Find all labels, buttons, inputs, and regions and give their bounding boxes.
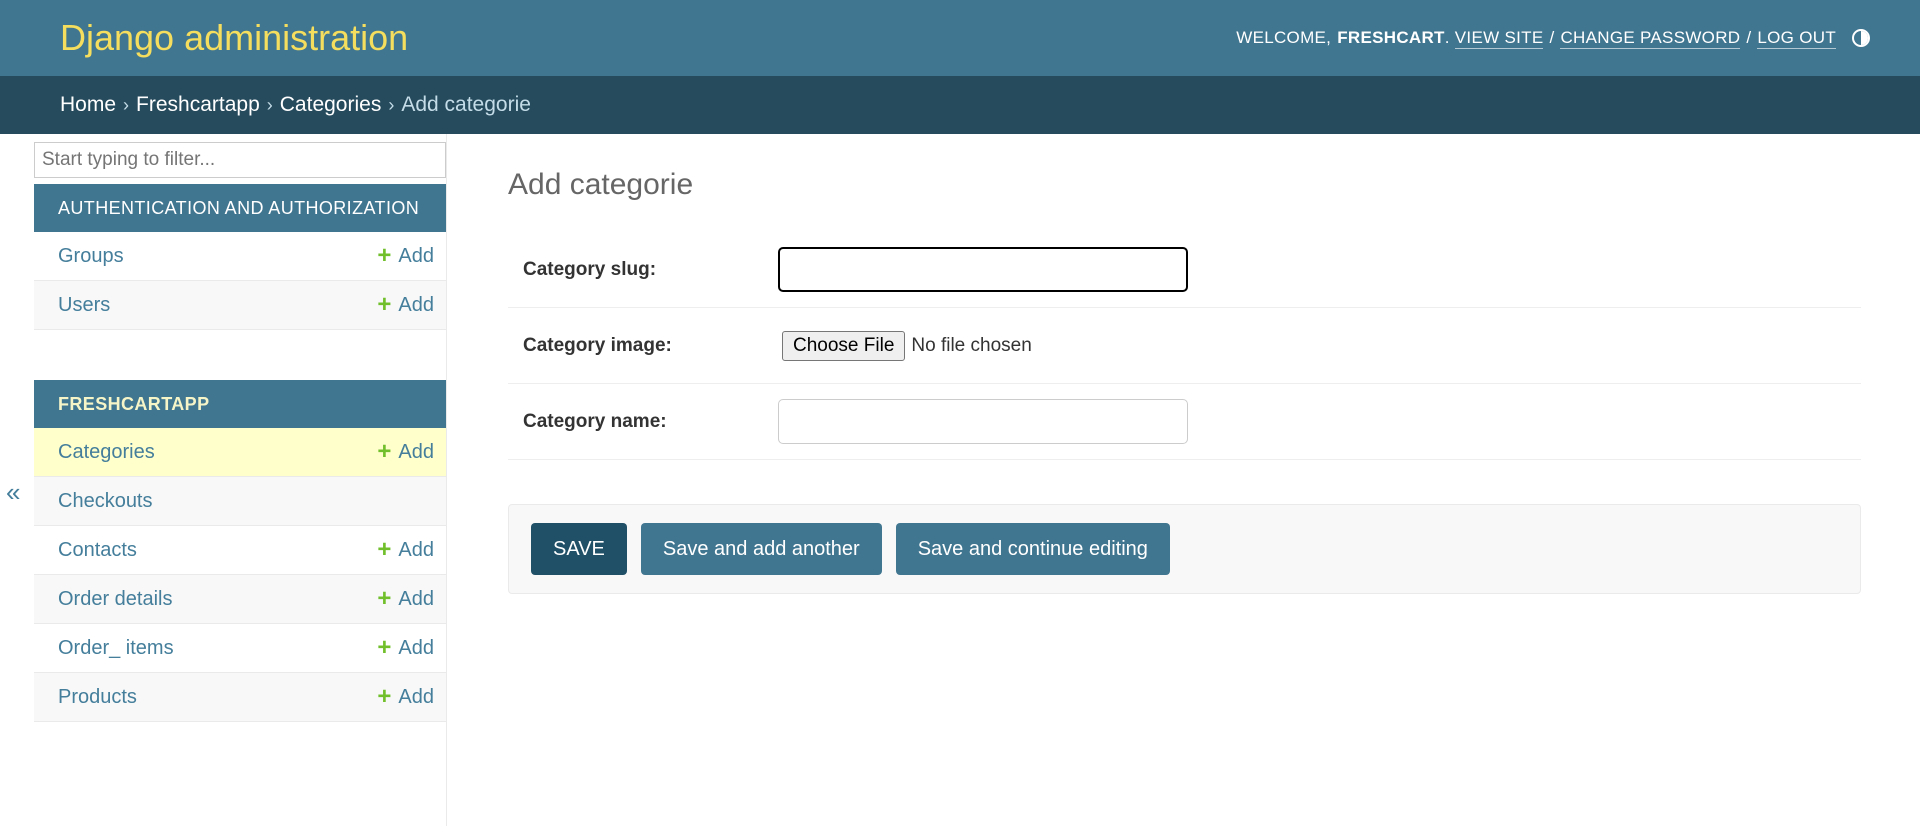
sidebar-item-users: Users + Add	[34, 281, 446, 330]
view-site-link[interactable]: VIEW SITE	[1454, 28, 1544, 49]
module-caption-auth[interactable]: AUTHENTICATION AND AUTHORIZATION	[34, 184, 446, 232]
save-button[interactable]: SAVE	[531, 523, 627, 575]
plus-icon: +	[377, 291, 392, 318]
module-caption-freshcartapp[interactable]: FRESHCARTAPP	[34, 380, 446, 428]
sidebar-item-order-items: Order_ items + Add	[34, 624, 446, 673]
main-area: « AUTHENTICATION AND AUTHORIZATION Group…	[0, 134, 1920, 826]
welcome-text: WELCOME,	[1236, 28, 1332, 47]
toggle-sidebar-button[interactable]: «	[6, 477, 20, 508]
plus-icon: +	[377, 585, 392, 612]
sidebar-item-contacts: Contacts + Add	[34, 526, 446, 575]
breadcrumb-model[interactable]: Categories	[280, 93, 382, 117]
page-title: Add categorie	[508, 168, 694, 201]
model-link-users[interactable]: Users	[58, 294, 110, 317]
breadcrumb-app[interactable]: Freshcartapp	[136, 93, 260, 117]
plus-icon: +	[377, 242, 392, 269]
slug-label: Category slug:	[523, 258, 657, 280]
content: Add categorie Category slug: Category im…	[508, 134, 1861, 594]
username: FRESHCART	[1337, 28, 1445, 47]
model-link-order-items[interactable]: Order_ items	[58, 637, 174, 660]
sidebar-item-groups: Groups + Add	[34, 232, 446, 281]
log-out-link[interactable]: LOG OUT	[1757, 28, 1836, 49]
sidebar-item-order-details: Order details + Add	[34, 575, 446, 624]
model-link-products[interactable]: Products	[58, 686, 137, 709]
model-link-groups[interactable]: Groups	[58, 245, 124, 268]
plus-icon: +	[377, 536, 392, 563]
save-and-add-another-button[interactable]: Save and add another	[640, 523, 882, 575]
theme-toggle-icon[interactable]	[1852, 29, 1870, 47]
model-link-checkouts[interactable]: Checkouts	[58, 490, 153, 513]
sidebar-item-categories: Categories + Add	[34, 428, 446, 477]
breadcrumb-separator: ›	[388, 94, 395, 115]
separator: /	[1549, 28, 1555, 47]
save-and-continue-button[interactable]: Save and continue editing	[895, 523, 1170, 575]
add-groups-link[interactable]: + Add	[377, 244, 434, 268]
separator: /	[1746, 28, 1752, 47]
change-password-link[interactable]: CHANGE PASSWORD	[1560, 28, 1741, 49]
nav-sidebar: AUTHENTICATION AND AUTHORIZATION Groups …	[34, 134, 447, 826]
model-link-contacts[interactable]: Contacts	[58, 539, 137, 562]
plus-icon: +	[377, 683, 392, 710]
image-label: Category image:	[523, 334, 672, 356]
header: Django administration WELCOME, FRESHCART…	[0, 0, 1920, 76]
model-link-order-details[interactable]: Order details	[58, 588, 173, 611]
category-slug-input[interactable]	[778, 247, 1188, 292]
breadcrumb-current: Add categorie	[401, 93, 531, 116]
breadcrumb-separator: ›	[123, 94, 130, 115]
file-status: No file chosen	[911, 334, 1032, 356]
breadcrumb-home[interactable]: Home	[60, 93, 116, 117]
submit-row: SAVE Save and add another Save and conti…	[508, 504, 1861, 594]
form-row-name: Category name:	[508, 384, 1861, 460]
category-name-input[interactable]	[778, 399, 1188, 444]
sidebar-item-products: Products + Add	[34, 673, 446, 722]
add-categories-link[interactable]: + Add	[377, 440, 434, 464]
user-tools: WELCOME, FRESHCART. VIEW SITE / CHANGE P…	[1236, 28, 1870, 49]
add-order-details-link[interactable]: + Add	[377, 587, 434, 611]
name-label: Category name:	[523, 410, 667, 432]
model-link-categories[interactable]: Categories	[58, 441, 155, 464]
add-products-link[interactable]: + Add	[377, 685, 434, 709]
plus-icon: +	[377, 634, 392, 661]
choose-file-button[interactable]: Choose File	[782, 330, 906, 361]
form-row-image: Category image: Choose File No file chos…	[508, 308, 1861, 384]
plus-icon: +	[377, 438, 392, 465]
breadcrumb: Home › Freshcartapp › Categories › Add c…	[0, 76, 1920, 134]
site-branding[interactable]: Django administration	[60, 17, 408, 59]
add-contacts-link[interactable]: + Add	[377, 538, 434, 562]
breadcrumb-separator: ›	[266, 94, 273, 115]
nav-filter-input[interactable]	[34, 142, 446, 178]
add-users-link[interactable]: + Add	[377, 293, 434, 317]
sidebar-item-checkouts: Checkouts	[34, 477, 446, 526]
form-row-slug: Category slug:	[508, 232, 1861, 308]
add-order-items-link[interactable]: + Add	[377, 636, 434, 660]
